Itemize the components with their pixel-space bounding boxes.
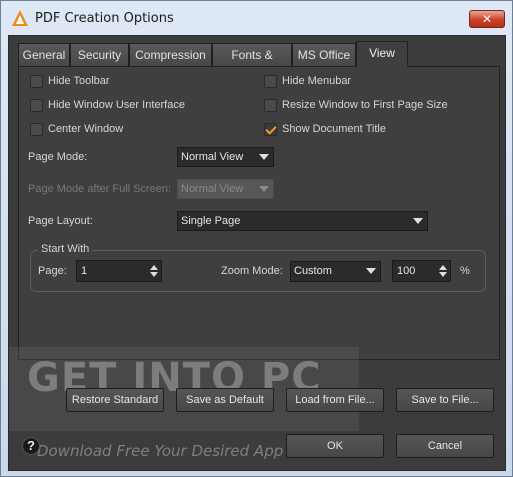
close-button[interactable]: ✕ xyxy=(469,10,505,28)
zoom-mode-label: Zoom Mode: xyxy=(221,265,283,277)
zoom-mode-select[interactable]: Custom xyxy=(290,261,381,282)
restore-standard-button[interactable]: Restore Standard xyxy=(66,388,164,412)
page-mode-select[interactable]: Normal View xyxy=(177,147,274,167)
chevron-down-icon xyxy=(409,212,427,230)
hide-toolbar-checkbox[interactable] xyxy=(30,75,43,88)
window-title: PDF Creation Options xyxy=(35,11,174,26)
zoom-spinbox[interactable]: 100 xyxy=(392,260,451,282)
page-spinbox[interactable]: 1 xyxy=(76,260,162,282)
page-mode-fullscreen-value: Normal View xyxy=(181,183,244,195)
tab-general[interactable]: General xyxy=(18,43,70,66)
page-layout-label: Page Layout: xyxy=(28,215,93,227)
hide-window-ui-checkbox[interactable] xyxy=(30,99,43,112)
help-icon[interactable]: ? xyxy=(22,437,40,455)
tab-security[interactable]: Security xyxy=(70,43,129,66)
zoom-unit-label: % xyxy=(460,265,470,277)
cancel-button[interactable]: Cancel xyxy=(396,434,494,458)
save-to-file-button[interactable]: Save to File... xyxy=(396,388,494,412)
tab-compression[interactable]: Compression xyxy=(129,43,212,66)
tab-fonts-colors[interactable]: Fonts & Colors xyxy=(212,43,292,84)
page-value: 1 xyxy=(81,265,88,277)
save-as-default-button[interactable]: Save as Default xyxy=(176,388,274,412)
page-mode-fullscreen-select: Normal View xyxy=(177,179,274,199)
start-with-title: Start With xyxy=(38,243,93,255)
zoom-value: 100 xyxy=(397,265,416,277)
tab-view[interactable]: View xyxy=(356,41,408,67)
chevron-down-icon xyxy=(255,180,273,198)
spin-down-icon[interactable] xyxy=(439,271,447,279)
page-layout-value: Single Page xyxy=(181,215,241,227)
load-from-file-button[interactable]: Load from File... xyxy=(286,388,384,412)
page-mode-label: Page Mode: xyxy=(28,151,88,163)
center-window-label: Center Window xyxy=(48,123,124,135)
chevron-down-icon xyxy=(255,148,273,166)
resize-window-checkbox[interactable] xyxy=(264,99,277,112)
hide-window-ui-label: Hide Window User Interface xyxy=(48,99,185,111)
watermark-tagline: Download Free Your Desired App xyxy=(37,442,284,460)
show-document-title-checkbox[interactable] xyxy=(264,123,277,136)
spin-down-icon[interactable] xyxy=(150,271,158,279)
tab-ms-office[interactable]: MS Office xyxy=(292,43,356,66)
dialog-window: PDF Creation Options ✕ General Security … xyxy=(0,0,513,477)
spin-up-icon[interactable] xyxy=(439,263,447,271)
hide-menubar-label: Hide Menubar xyxy=(282,75,352,87)
page-label: Page: xyxy=(38,265,67,277)
zoom-mode-value: Custom xyxy=(294,265,332,277)
spin-up-icon[interactable] xyxy=(150,263,158,271)
title-bar[interactable]: PDF Creation Options ✕ xyxy=(1,1,512,35)
ok-button[interactable]: OK xyxy=(286,434,384,458)
show-document-title-label: Show Document Title xyxy=(282,123,386,135)
app-logo-icon xyxy=(12,10,28,26)
chevron-down-icon xyxy=(362,262,380,280)
page-mode-value: Normal View xyxy=(181,151,244,163)
hide-toolbar-label: Hide Toolbar xyxy=(48,75,110,87)
center-window-checkbox[interactable] xyxy=(30,123,43,136)
hide-menubar-checkbox[interactable] xyxy=(264,75,277,88)
page-mode-fullscreen-label: Page Mode after Full Screen: xyxy=(28,183,172,195)
resize-window-label: Resize Window to First Page Size xyxy=(282,99,448,111)
page-layout-select[interactable]: Single Page xyxy=(177,211,428,231)
